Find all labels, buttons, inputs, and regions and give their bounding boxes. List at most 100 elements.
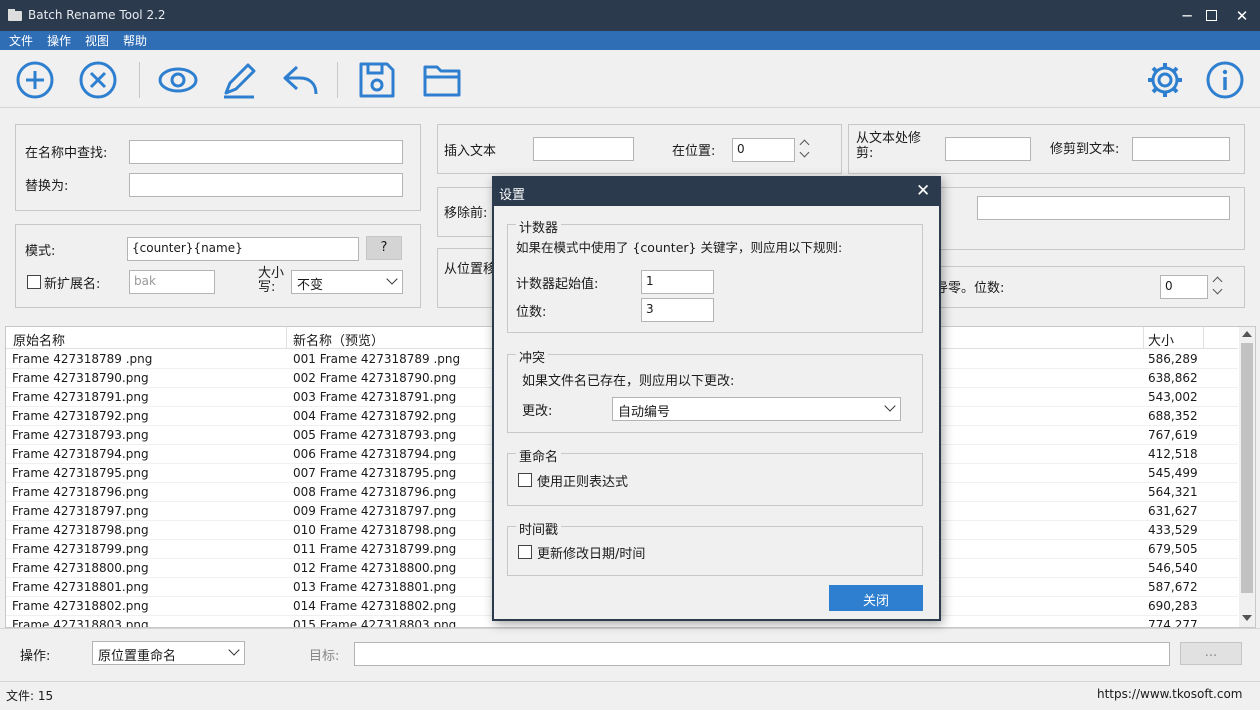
pattern-input[interactable]: {counter}{name} (127, 237, 359, 261)
size-cell: 690,283 (1148, 599, 1198, 613)
remove-value-input[interactable] (977, 196, 1230, 220)
size-cell: 631,627 (1148, 504, 1198, 518)
status-bar: 文件: 15 https://www.tkosoft.com (0, 681, 1260, 710)
header-original[interactable]: 原始名称 (13, 330, 65, 349)
original-name-cell: Frame 427318803.png (12, 618, 149, 628)
file-count: 文件: 15 (6, 689, 54, 703)
position-spinner[interactable] (799, 138, 810, 162)
position-input[interactable]: 0 (732, 138, 795, 162)
timestamp-group: 时间戳 更新修改日期/时间 (507, 519, 923, 576)
trim-to-label: 修剪到文本: (1050, 142, 1120, 157)
case-label: 大小写: (258, 266, 285, 295)
header-size[interactable]: 大小 (1148, 330, 1174, 349)
operation-select[interactable]: 原位置重命名 (92, 641, 245, 665)
menu-help[interactable]: 帮助 (123, 32, 147, 49)
browse-button[interactable]: ... (1180, 642, 1242, 665)
original-name-cell: Frame 427318791.png (12, 390, 149, 404)
change-select[interactable]: 自动编号 (612, 397, 901, 421)
list-scrollbar[interactable] (1239, 327, 1255, 627)
undo-icon[interactable] (281, 59, 323, 101)
menu-operation[interactable]: 操作 (47, 32, 71, 49)
target-input[interactable] (354, 642, 1170, 666)
pattern-help-button[interactable]: ? (366, 236, 402, 260)
info-icon[interactable] (1204, 59, 1246, 101)
new-name-cell: 001 Frame 427318789 .png (293, 352, 461, 366)
operation-bar: 操作: 原位置重命名 目标: ... (0, 628, 1260, 681)
new-name-cell: 011 Frame 427318799.png (293, 542, 457, 556)
open-folder-icon[interactable] (421, 59, 463, 101)
new-name-cell: 014 Frame 427318802.png (293, 599, 457, 613)
replace-input[interactable] (129, 173, 403, 197)
dialog-close-button[interactable]: 关闭 (829, 585, 923, 611)
menu-file[interactable]: 文件 (9, 32, 33, 49)
update-timestamp-checkbox[interactable] (518, 545, 532, 559)
new-ext-input[interactable]: bak (129, 270, 215, 294)
rename-group: 重命名 使用正则表达式 (507, 446, 923, 506)
new-name-cell: 003 Frame 427318791.png (293, 390, 457, 404)
regex-label: 使用正则表达式 (537, 475, 629, 490)
counter-start-label: 计数器起始值: (516, 277, 599, 292)
conflict-group: 冲突 如果文件名已存在，则应用以下更改: 更改: 自动编号 (507, 347, 923, 433)
original-name-cell: Frame 427318802.png (12, 599, 149, 613)
menu-view[interactable]: 视图 (85, 32, 109, 49)
preview-icon[interactable] (157, 59, 199, 101)
new-ext-label: 新扩展名: (44, 277, 101, 292)
remove-position-label: 从位置移 (444, 262, 497, 277)
size-cell: 587,672 (1148, 580, 1198, 594)
trim-from-input[interactable] (945, 137, 1031, 161)
trim-to-input[interactable] (1132, 137, 1230, 161)
counter-group: 计数器 如果在模式中使用了 {counter} 关键字，则应用以下规则: 计数器… (507, 217, 923, 333)
padding-spinner[interactable] (1212, 275, 1223, 299)
new-name-cell: 013 Frame 427318801.png (293, 580, 457, 594)
window-title: Batch Rename Tool 2.2 (28, 8, 166, 22)
counter-start-input[interactable]: 1 (641, 270, 714, 294)
find-input[interactable] (129, 140, 403, 164)
size-cell: 679,505 (1148, 542, 1198, 556)
size-cell: 586,289 (1148, 352, 1198, 366)
size-cell: 543,002 (1148, 390, 1198, 404)
toolbar (0, 50, 1260, 108)
size-cell: 412,518 (1148, 447, 1198, 461)
add-icon[interactable] (14, 59, 56, 101)
size-cell: 433,529 (1148, 523, 1198, 537)
dialog-close-icon[interactable]: ✕ (916, 181, 930, 201)
size-cell: 638,862 (1148, 371, 1198, 385)
pattern-panel: 模式: {counter}{name} ? 新扩展名: bak 大小写: 不变 (15, 224, 421, 308)
close-window-button[interactable]: ✕ (1224, 0, 1260, 31)
scroll-thumb[interactable] (1241, 343, 1253, 593)
settings-icon[interactable] (1144, 59, 1186, 101)
size-cell: 545,499 (1148, 466, 1198, 480)
padding-input[interactable]: 0 (1160, 275, 1208, 299)
replace-label: 替换为: (25, 179, 69, 194)
original-name-cell: Frame 427318792.png (12, 409, 149, 423)
trim-from-label: 从文本处修剪: (856, 131, 922, 161)
trim-panel: 从文本处修剪: 修剪到文本: (848, 124, 1245, 174)
insert-input[interactable] (533, 137, 634, 161)
conflict-group-title: 冲突 (516, 347, 549, 366)
new-name-cell: 010 Frame 427318798.png (293, 523, 457, 537)
website-link[interactable]: https://www.tkosoft.com (1097, 687, 1243, 701)
new-name-cell: 015 Frame 427318803.png (293, 618, 457, 628)
settings-dialog: 设置 ✕ 计数器 如果在模式中使用了 {counter} 关键字，则应用以下规则… (492, 176, 941, 621)
find-label: 在名称中查找: (25, 146, 108, 161)
regex-checkbox[interactable] (518, 473, 532, 487)
original-name-cell: Frame 427318790.png (12, 371, 149, 385)
original-name-cell: Frame 427318801.png (12, 580, 149, 594)
original-name-cell: Frame 427318789 .png (12, 352, 153, 366)
counter-description: 如果在模式中使用了 {counter} 关键字，则应用以下规则: (516, 240, 843, 255)
save-icon[interactable] (356, 59, 398, 101)
new-ext-checkbox[interactable] (27, 275, 41, 289)
digits-input[interactable]: 3 (641, 298, 714, 322)
padding-label: 导零。位数: (935, 281, 1005, 296)
remove-before-label: 移除前: (444, 206, 488, 221)
header-new[interactable]: 新名称（预览） (293, 330, 384, 349)
operation-label: 操作: (20, 649, 51, 664)
remove-icon[interactable] (77, 59, 119, 101)
insert-label: 插入文本 (444, 144, 497, 159)
rename-icon[interactable] (218, 59, 260, 101)
title-bar: Batch Rename Tool 2.2 ─ ✕ (0, 0, 1260, 31)
size-cell: 767,619 (1148, 428, 1198, 442)
insert-panel: 插入文本 在位置: 0 (437, 124, 842, 174)
case-select[interactable]: 不变 (291, 270, 403, 294)
new-name-cell: 008 Frame 427318796.png (293, 485, 457, 499)
